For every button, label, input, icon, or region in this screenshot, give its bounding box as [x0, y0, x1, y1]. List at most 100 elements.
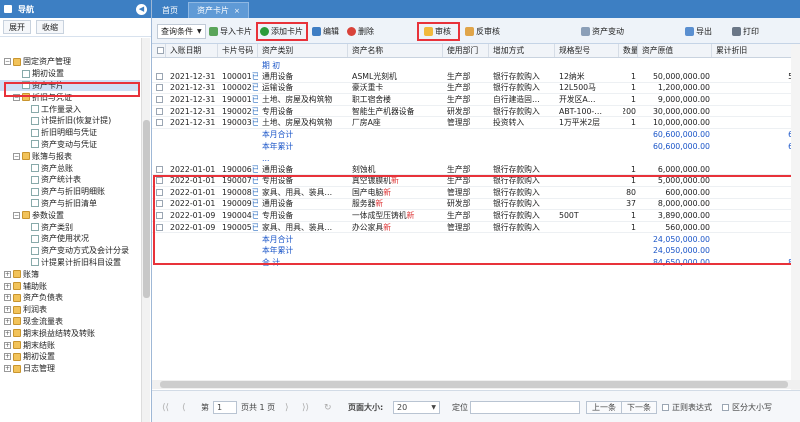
- table-horizontal-scrollbar-thumb[interactable]: [160, 381, 788, 388]
- expand-icon[interactable]: +: [4, 270, 11, 278]
- nav-tree-item[interactable]: + 期末损益结转及转账: [0, 327, 140, 339]
- nav-scrollbar[interactable]: [141, 38, 150, 422]
- first-page-icon[interactable]: ⟨⟨: [162, 401, 169, 414]
- nav-tree-item[interactable]: − 固定资产管理: [0, 56, 140, 68]
- nav-tree-item[interactable]: 资产与折旧清单: [0, 198, 140, 210]
- expand-all-button[interactable]: 展开: [3, 20, 31, 34]
- regex-checkbox[interactable]: 正则表达式: [662, 401, 712, 414]
- nav-tree-item[interactable]: 期初设置: [0, 68, 140, 80]
- summary-row[interactable]: 本年累计 60,600,000.00 60: [152, 141, 800, 153]
- expand-icon[interactable]: +: [4, 329, 11, 337]
- collapse-icon[interactable]: −: [4, 58, 11, 66]
- row-checkbox[interactable]: [155, 72, 163, 80]
- nav-tree-item[interactable]: + 账簿: [0, 268, 140, 280]
- column-header[interactable]: 卡片号码: [218, 44, 258, 57]
- column-header[interactable]: 累计折旧: [712, 44, 800, 57]
- refresh-icon[interactable]: ↻: [324, 401, 332, 414]
- expand-icon[interactable]: +: [4, 282, 11, 290]
- import-card-button[interactable]: 导入卡片: [209, 24, 252, 39]
- close-tab-icon[interactable]: ×: [234, 7, 240, 15]
- nav-tree-item[interactable]: + 资产负债表: [0, 292, 140, 304]
- nav-tree-item[interactable]: 资产变动方式及会计分录: [0, 245, 140, 257]
- unaudit-button[interactable]: 反审核: [465, 24, 500, 39]
- row-checkbox[interactable]: [155, 96, 163, 104]
- row-checkbox[interactable]: [155, 84, 163, 92]
- table-row[interactable]: 2021-12-31 190001已审土地、房屋及构筑物 职工宿舍楼 生产部 自行建造固…: [152, 94, 800, 106]
- nav-tree-item[interactable]: 工作量录入: [0, 103, 140, 115]
- nav-tree-item[interactable]: − 参数设置: [0, 209, 140, 221]
- column-header[interactable]: 入账日期: [166, 44, 218, 57]
- page-number-input[interactable]: 1: [213, 401, 237, 414]
- prev-page-icon[interactable]: ⟨: [182, 401, 186, 414]
- nav-tree-item[interactable]: 资产与折旧明细账: [0, 186, 140, 198]
- select-all-checkbox[interactable]: [157, 47, 164, 54]
- nav-tree-item[interactable]: 计提累计折旧科目设置: [0, 257, 140, 269]
- table-horizontal-scrollbar[interactable]: [152, 380, 800, 389]
- collapse-all-button[interactable]: 收缩: [36, 20, 64, 34]
- row-checkbox-cell[interactable]: [152, 83, 166, 94]
- expand-icon[interactable]: +: [4, 353, 11, 361]
- locate-input[interactable]: [470, 401, 580, 414]
- table-row[interactable]: 2022-01-01 190006已审通用设备 刻蚀机 生产部 银行存款购入 1 6,000…: [152, 164, 800, 176]
- row-checkbox-cell[interactable]: [152, 106, 166, 117]
- collapse-icon[interactable]: −: [13, 152, 20, 160]
- tab-1[interactable]: 资产卡片 ×: [188, 2, 249, 18]
- table-row[interactable]: 2021-12-31 190002已审专用设备 智能生产机器设备 研发部 银行存款购入 A…: [152, 106, 800, 118]
- last-page-icon[interactable]: ⟩⟩: [302, 401, 309, 414]
- summary-row[interactable]: 本月合计 60,600,000.00 60: [152, 129, 800, 141]
- nav-tree-item[interactable]: 资产总账: [0, 162, 140, 174]
- column-header[interactable]: 规格型号: [555, 44, 619, 57]
- row-checkbox[interactable]: [155, 119, 163, 127]
- nav-tree-item[interactable]: 计提折旧(恢复计提): [0, 115, 140, 127]
- tab-0[interactable]: 首页: [154, 2, 186, 18]
- row-checkbox-cell[interactable]: [152, 71, 166, 82]
- nav-tree-item[interactable]: + 辅助账: [0, 280, 140, 292]
- prev-record-button[interactable]: 上一条: [586, 401, 622, 414]
- expand-icon[interactable]: +: [4, 317, 11, 325]
- asset-change-button[interactable]: 资产变动: [581, 24, 624, 39]
- row-checkbox-cell[interactable]: [152, 164, 166, 175]
- nav-tree-item[interactable]: 资产类别: [0, 221, 140, 233]
- delete-button[interactable]: 删除: [347, 24, 374, 39]
- nav-tree-item[interactable]: − 账簿与报表: [0, 150, 140, 162]
- summary-row[interactable]: ...: [152, 152, 800, 164]
- nav-tree-item[interactable]: 资产使用状况: [0, 233, 140, 245]
- nav-tree-item[interactable]: 折旧明细与凭证: [0, 127, 140, 139]
- nav-tree-item[interactable]: + 现金流量表: [0, 316, 140, 328]
- nav-tree-item[interactable]: 资产统计表: [0, 174, 140, 186]
- collapse-left-icon[interactable]: ◀: [136, 3, 147, 15]
- select-all-checkbox-cell[interactable]: [152, 44, 166, 57]
- table-row[interactable]: 2021-12-31 190003已审土地、房屋及构筑物 厂房A座 管理部 投资转入 1万…: [152, 118, 800, 130]
- nav-tree-item[interactable]: + 期初设置: [0, 351, 140, 363]
- column-header[interactable]: 资产名称: [348, 44, 443, 57]
- nav-tree-item[interactable]: 资产变动与凭证: [0, 139, 140, 151]
- expand-icon[interactable]: +: [4, 341, 11, 349]
- column-header[interactable]: 资产原值: [638, 44, 712, 57]
- nav-scrollbar-thumb[interactable]: [143, 120, 150, 298]
- nav-tree-item[interactable]: + 日志管理: [0, 363, 140, 375]
- summary-row[interactable]: 期 初: [152, 60, 800, 72]
- case-checkbox-box[interactable]: [722, 404, 729, 411]
- next-record-button[interactable]: 下一条: [621, 401, 657, 414]
- case-checkbox[interactable]: 区分大小写: [722, 401, 772, 414]
- row-checkbox-cell[interactable]: [152, 118, 166, 129]
- next-page-icon[interactable]: ⟩: [285, 401, 289, 414]
- column-header[interactable]: 数量: [619, 44, 638, 57]
- table-row[interactable]: 2021-12-31 100001已审通用设备 ASML光刻机 生产部 银行存款购入 12…: [152, 71, 800, 83]
- expand-icon[interactable]: +: [4, 294, 11, 302]
- table-vertical-scrollbar[interactable]: [791, 44, 800, 390]
- export-button[interactable]: 导出: [685, 24, 712, 39]
- print-button[interactable]: 打印: [732, 24, 759, 39]
- expand-icon[interactable]: +: [4, 365, 11, 373]
- nav-tree-item[interactable]: + 期末结账: [0, 339, 140, 351]
- row-checkbox[interactable]: [155, 165, 163, 173]
- row-checkbox-cell[interactable]: [152, 94, 166, 105]
- page-size-select[interactable]: 20 ▼: [393, 401, 440, 414]
- nav-tree-item[interactable]: + 利润表: [0, 304, 140, 316]
- table-row[interactable]: 2021-12-31 100002已审运输设备 豪沃重卡 生产部 银行存款购入 12L50…: [152, 83, 800, 95]
- regex-checkbox-box[interactable]: [662, 404, 669, 411]
- collapse-icon[interactable]: −: [13, 211, 20, 219]
- column-header[interactable]: 使用部门: [443, 44, 489, 57]
- expand-icon[interactable]: +: [4, 306, 11, 314]
- row-checkbox[interactable]: [155, 107, 163, 115]
